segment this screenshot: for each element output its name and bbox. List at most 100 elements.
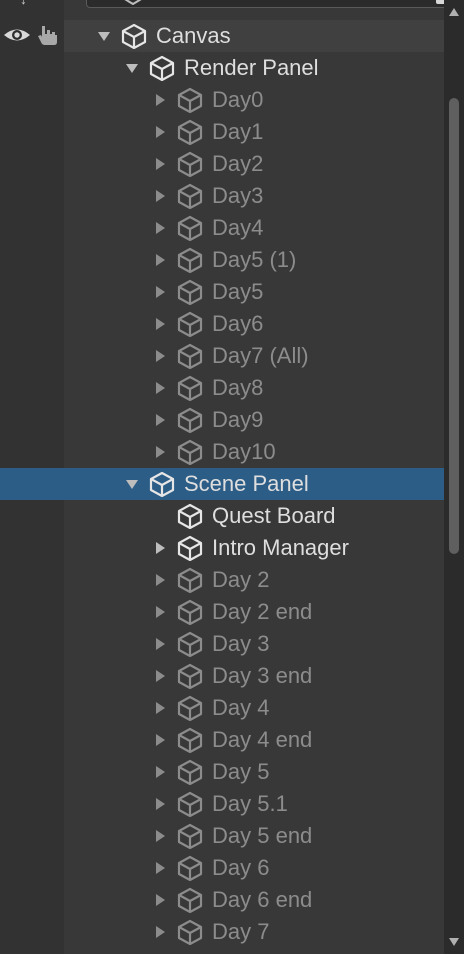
hierarchy-row[interactable]: Render Panel xyxy=(0,52,444,84)
collapsed-triangle-icon[interactable] xyxy=(152,668,168,684)
scroll-thumb[interactable] xyxy=(449,98,459,554)
scroll-up-arrow-icon[interactable] xyxy=(448,4,460,16)
collapsed-triangle-icon[interactable] xyxy=(152,604,168,620)
expanded-triangle-icon[interactable] xyxy=(124,476,140,492)
cube-icon xyxy=(176,695,204,722)
hierarchy-row[interactable]: Day 3 xyxy=(0,628,444,660)
collapsed-triangle-icon[interactable] xyxy=(152,700,168,716)
hierarchy-row[interactable]: Day 5.1 xyxy=(0,788,444,820)
hierarchy-row[interactable]: Day 6 end xyxy=(0,884,444,916)
hierarchy-panel: ↕ Canvas Render Panel Day0 Day1 Day2 Day3 Day4… xyxy=(0,0,464,954)
hierarchy-item-label: Day0 xyxy=(212,87,264,112)
hierarchy-row[interactable]: Day3 xyxy=(0,180,444,212)
hierarchy-row[interactable]: Day6 xyxy=(0,308,444,340)
collapsed-triangle-icon[interactable] xyxy=(152,348,168,364)
hierarchy-row[interactable]: Day 3 end xyxy=(0,660,444,692)
hierarchy-item-label: Day7 (All) xyxy=(212,343,309,368)
hierarchy-row[interactable]: Day1 xyxy=(0,116,444,148)
scroll-down-arrow-icon[interactable] xyxy=(448,934,460,946)
cube-icon xyxy=(176,663,204,690)
cube-icon xyxy=(176,535,204,562)
cube-icon xyxy=(176,599,204,626)
collapsed-triangle-icon[interactable] xyxy=(152,860,168,876)
collapsed-triangle-icon[interactable] xyxy=(152,316,168,332)
collapsed-triangle-icon[interactable] xyxy=(152,444,168,460)
collapsed-triangle-icon[interactable] xyxy=(152,732,168,748)
collapsed-triangle-icon[interactable] xyxy=(152,636,168,652)
hierarchy-row[interactable]: Day 2 xyxy=(0,564,444,596)
collapsed-triangle-icon[interactable] xyxy=(152,252,168,268)
hierarchy-tree: Canvas Render Panel Day0 Day1 Day2 Day3 Day4 Da… xyxy=(0,20,444,948)
cube-icon xyxy=(176,375,204,402)
hierarchy-item-label: Day3 xyxy=(212,183,264,208)
expanded-triangle-icon[interactable] xyxy=(96,28,112,44)
collapsed-triangle-icon[interactable] xyxy=(152,284,168,300)
hierarchy-row[interactable]: Quest Board xyxy=(0,500,444,532)
vertical-scrollbar[interactable] xyxy=(444,0,464,954)
hierarchy-item-label: Day6 xyxy=(212,311,264,336)
hierarchy-item-label: Day5 xyxy=(212,279,264,304)
hierarchy-item-label: Day 2 xyxy=(212,567,270,592)
cube-icon xyxy=(148,471,176,498)
collapsed-triangle-icon[interactable] xyxy=(152,380,168,396)
collapsed-triangle-icon[interactable] xyxy=(152,124,168,140)
hierarchy-row[interactable]: Day 5 xyxy=(0,756,444,788)
expanded-triangle-icon[interactable] xyxy=(124,60,140,76)
hierarchy-item-label: Day 6 end xyxy=(212,887,313,912)
hierarchy-item-label: Canvas xyxy=(156,23,231,48)
collapsed-triangle-icon[interactable] xyxy=(152,796,168,812)
collapsed-triangle-icon[interactable] xyxy=(152,764,168,780)
collapsed-triangle-icon[interactable] xyxy=(152,92,168,108)
hierarchy-row[interactable]: Day2 xyxy=(0,148,444,180)
collapsed-triangle-icon[interactable] xyxy=(152,572,168,588)
hierarchy-item-label: Day4 xyxy=(212,215,264,240)
collapsed-triangle-icon[interactable] xyxy=(152,540,168,556)
hierarchy-item-label: Day 5 xyxy=(212,759,270,784)
hierarchy-row[interactable]: Intro Manager xyxy=(0,532,444,564)
cube-icon xyxy=(176,759,204,786)
cube-icon xyxy=(176,855,204,882)
collapsed-triangle-icon[interactable] xyxy=(152,412,168,428)
cube-icon xyxy=(176,215,204,242)
cube-icon xyxy=(176,407,204,434)
hierarchy-row[interactable]: Day 6 xyxy=(0,852,444,884)
cube-icon xyxy=(176,823,204,850)
hierarchy-row[interactable]: Day 4 end xyxy=(0,724,444,756)
hierarchy-row[interactable]: Day0 xyxy=(0,84,444,116)
cube-icon xyxy=(176,343,204,370)
collapsed-triangle-icon[interactable] xyxy=(152,156,168,172)
hierarchy-item-label: Day 5.1 xyxy=(212,791,288,816)
hierarchy-row[interactable]: Day 2 end xyxy=(0,596,444,628)
hierarchy-item-label: Day 3 end xyxy=(212,663,313,688)
hierarchy-item-label: Render Panel xyxy=(184,55,319,80)
collapsed-triangle-icon[interactable] xyxy=(152,924,168,940)
hierarchy-row[interactable]: Day7 (All) xyxy=(0,340,444,372)
hierarchy-row[interactable]: Scene Panel xyxy=(0,468,444,500)
hierarchy-item-label: Day9 xyxy=(212,407,264,432)
hierarchy-row[interactable]: Day 5 end xyxy=(0,820,444,852)
collapsed-triangle-icon[interactable] xyxy=(152,828,168,844)
cube-icon xyxy=(176,567,204,594)
hierarchy-row[interactable]: Day9 xyxy=(0,404,444,436)
collapsed-triangle-icon[interactable] xyxy=(152,892,168,908)
hierarchy-item-label: Day2 xyxy=(212,151,264,176)
cube-icon xyxy=(176,631,204,658)
hierarchy-item-label: Day 4 end xyxy=(212,727,313,752)
hierarchy-row[interactable]: Day5 xyxy=(0,276,444,308)
cube-icon xyxy=(176,439,204,466)
cube-icon xyxy=(176,919,204,946)
hierarchy-row[interactable]: Day4 xyxy=(0,212,444,244)
cube-icon xyxy=(176,727,204,754)
collapsed-triangle-icon[interactable] xyxy=(152,220,168,236)
hierarchy-row[interactable]: Day10 xyxy=(0,436,444,468)
hierarchy-item-label: Day 7 xyxy=(212,919,270,944)
cube-icon xyxy=(120,0,146,8)
hierarchy-row[interactable]: Day8 xyxy=(0,372,444,404)
collapsed-triangle-icon[interactable] xyxy=(152,188,168,204)
cube-icon xyxy=(176,791,204,818)
hierarchy-row[interactable]: Day5 (1) xyxy=(0,244,444,276)
cube-icon xyxy=(176,87,204,114)
hierarchy-row[interactable]: Day 4 xyxy=(0,692,444,724)
hierarchy-row[interactable]: Day 7 xyxy=(0,916,444,948)
hierarchy-row[interactable]: Canvas xyxy=(0,20,444,52)
